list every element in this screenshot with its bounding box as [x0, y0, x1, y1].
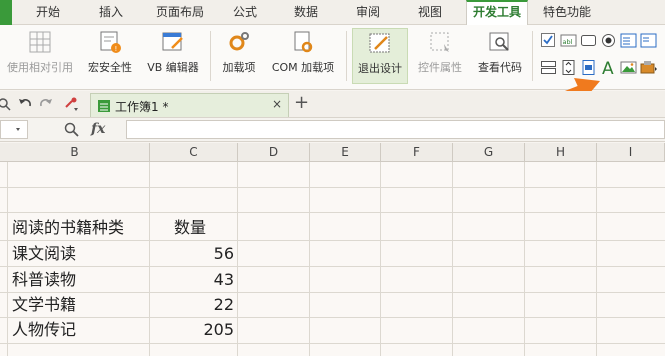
formula-bar: fx: [0, 118, 665, 142]
addins-button[interactable]: 加载项: [216, 28, 262, 84]
gridline: [0, 292, 665, 293]
macro-security-label: 宏安全性: [88, 61, 132, 74]
table-header-category[interactable]: 阅读的书籍种类: [12, 216, 124, 240]
add-tab-button[interactable]: +: [294, 92, 309, 113]
table-row-value[interactable]: 43: [150, 268, 234, 292]
gridline: [596, 162, 597, 356]
combobox-control-icon[interactable]: [640, 32, 657, 49]
table-row-value[interactable]: 56: [150, 242, 234, 266]
column-header-d[interactable]: D: [238, 143, 310, 162]
gridline: [0, 187, 665, 188]
command-button-control-icon[interactable]: [580, 32, 597, 49]
gridline: [452, 162, 453, 356]
properties-icon: [427, 30, 453, 54]
textbox-control-icon[interactable]: abl: [560, 32, 577, 49]
gridline: [0, 266, 665, 267]
column-header-i[interactable]: I: [597, 143, 665, 162]
quick-access-pin-icon[interactable]: [62, 95, 80, 116]
zoom-lens-icon[interactable]: [64, 122, 80, 141]
tab-data[interactable]: 数据: [284, 0, 328, 25]
exit-design-button[interactable]: 退出设计: [352, 28, 408, 84]
document-tab-bar: 工作簿1 * × +: [0, 91, 665, 118]
macro-security-button[interactable]: ! 宏安全性: [84, 28, 136, 84]
design-mode-icon: [367, 31, 393, 55]
gear-icon: [226, 30, 252, 54]
spreadsheet-file-icon: [97, 99, 111, 116]
table-row-label[interactable]: 科普读物: [12, 268, 76, 292]
gridline: [0, 212, 665, 213]
table-row-label[interactable]: 课文阅读: [12, 242, 76, 266]
exit-design-label: 退出设计: [358, 62, 402, 75]
gridline: [524, 162, 525, 356]
tab-review[interactable]: 审阅: [346, 0, 390, 25]
gridline: [7, 162, 8, 356]
tab-start[interactable]: 开始: [24, 0, 72, 25]
relative-reference-label: 使用相对引用: [7, 61, 73, 74]
vb-editor-label: VB 编辑器: [147, 61, 199, 74]
ribbon-separator: [210, 31, 211, 81]
tab-view[interactable]: 视图: [408, 0, 452, 25]
spreadsheet-grid[interactable]: [0, 162, 665, 356]
workbook-tab-title: 工作簿1 *: [115, 100, 169, 114]
column-header-g[interactable]: G: [453, 143, 525, 162]
tab-special-features[interactable]: 特色功能: [535, 0, 599, 25]
table-row-value[interactable]: 22: [150, 293, 234, 317]
checkbox-control-icon[interactable]: [540, 32, 557, 49]
gridline: [0, 317, 665, 318]
svg-text:abl: abl: [563, 38, 573, 46]
column-header-f[interactable]: F: [381, 143, 453, 162]
gridline: [309, 162, 310, 356]
fx-icon[interactable]: fx: [91, 121, 105, 137]
redo-icon[interactable]: [38, 96, 54, 115]
zoom-search-icon[interactable]: [0, 97, 12, 114]
gridline: [0, 240, 665, 241]
name-box[interactable]: [0, 120, 28, 139]
addins-label: 加载项: [222, 61, 256, 74]
ribbon-separator: [346, 31, 347, 81]
image-control-icon[interactable]: [620, 59, 637, 76]
vb-editor-button[interactable]: VB 编辑器: [142, 28, 204, 84]
close-tab-icon[interactable]: ×: [272, 97, 282, 111]
more-controls-icon[interactable]: [640, 59, 657, 76]
view-code-icon: [487, 30, 513, 54]
tab-workbook1[interactable]: 工作簿1 * ×: [90, 93, 289, 117]
tab-developer[interactable]: 开发工具: [466, 0, 528, 25]
com-addins-button[interactable]: COM 加载项: [266, 28, 340, 84]
column-header-c[interactable]: C: [150, 143, 238, 162]
column-header-b[interactable]: B: [0, 143, 150, 162]
app-menu-strip[interactable]: [0, 0, 12, 25]
tab-formulas[interactable]: 公式: [223, 0, 267, 25]
control-properties-button[interactable]: 控件属性: [412, 28, 468, 84]
table-row-label[interactable]: 人物传记: [12, 318, 76, 342]
table-row-label[interactable]: 文学书籍: [12, 293, 76, 317]
control-properties-label: 控件属性: [418, 61, 462, 74]
macro-security-icon: !: [97, 30, 123, 54]
vb-editor-icon: [160, 30, 186, 54]
grid-icon: [27, 30, 53, 54]
tab-page-layout[interactable]: 页面布局: [148, 0, 212, 25]
com-addins-label: COM 加载项: [271, 61, 335, 74]
undo-icon[interactable]: [17, 96, 33, 115]
gridline: [0, 343, 665, 344]
column-header-h[interactable]: H: [525, 143, 597, 162]
relative-reference-button[interactable]: 使用相对引用: [2, 28, 78, 84]
svg-text:!: !: [115, 45, 118, 53]
com-addin-icon: [290, 30, 316, 54]
formula-input[interactable]: [126, 120, 665, 139]
option-button-control-icon[interactable]: [600, 32, 617, 49]
table-row-value[interactable]: 205: [150, 318, 234, 342]
menu-bar: 开始 插入 页面布局 公式 数据 审阅 视图 开发工具 特色功能: [0, 0, 665, 25]
listbox-control-icon[interactable]: [620, 32, 637, 49]
gridline: [237, 162, 238, 356]
tab-insert[interactable]: 插入: [87, 0, 135, 25]
column-header-e[interactable]: E: [310, 143, 381, 162]
table-header-count[interactable]: 数量: [174, 216, 206, 240]
gridline: [380, 162, 381, 356]
